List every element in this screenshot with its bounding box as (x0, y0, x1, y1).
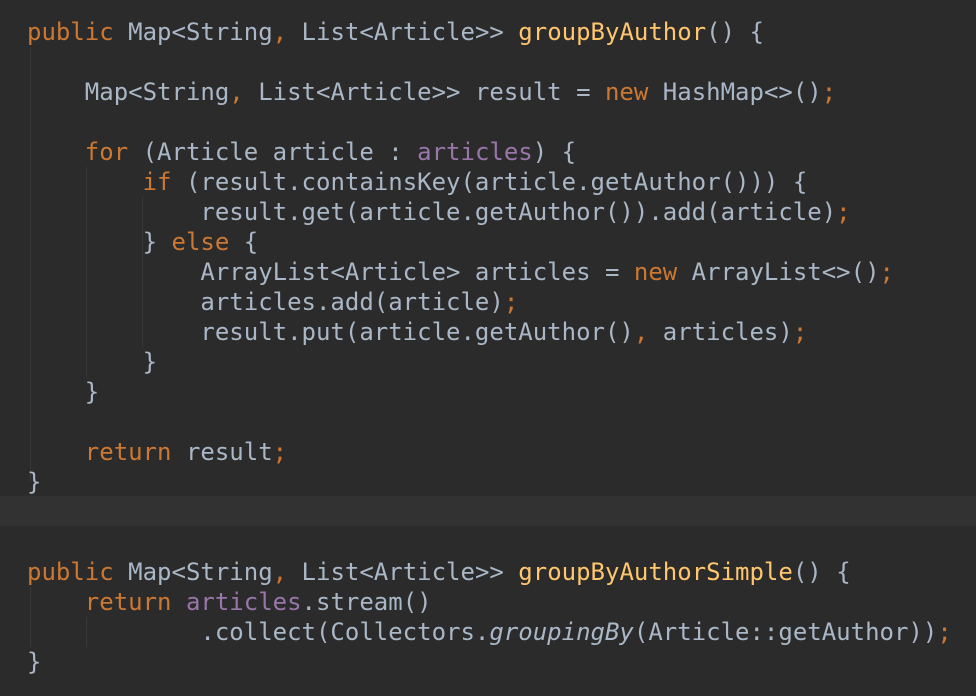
code-token: , (633, 318, 649, 346)
code-line[interactable]: } (27, 467, 41, 497)
code-token: for (84, 138, 129, 166)
code-token: return (84, 588, 172, 616)
code-token: Map<String (113, 558, 273, 586)
code-token: else (171, 228, 230, 256)
code-editor[interactable]: public Map<String, List<Article>> groupB… (0, 0, 976, 696)
code-token: ArrayList<>() (677, 258, 880, 286)
code-token: .stream() (301, 588, 432, 616)
code-token: articles (185, 588, 302, 616)
code-token: Map<String (113, 18, 273, 46)
code-token: return (84, 438, 172, 466)
code-line[interactable]: return result; (27, 437, 287, 467)
code-line[interactable]: } (27, 647, 41, 677)
code-token: groupingBy (489, 618, 634, 646)
code-token: , (272, 18, 288, 46)
code-token: if (142, 168, 172, 196)
code-token: public (27, 558, 114, 586)
code-token: Map<String (27, 78, 230, 106)
code-token: articles.add(article) (27, 288, 504, 316)
code-line[interactable]: for (Article article : articles) { (27, 137, 576, 167)
code-token: public (27, 18, 114, 46)
code-token: ; (821, 78, 837, 106)
code-line[interactable]: .collect(Collectors.groupingBy(Article::… (27, 617, 952, 647)
code-token: () { (792, 558, 851, 586)
code-token: (Article::getAuthor)) (633, 618, 938, 646)
code-line[interactable]: return articles.stream() (27, 587, 432, 617)
code-token: ) { (532, 138, 577, 166)
code-token: } (27, 348, 158, 376)
code-token: ; (792, 318, 808, 346)
code-line[interactable]: if (result.containsKey(article.getAuthor… (27, 167, 808, 197)
code-token: new (633, 258, 678, 286)
code-token: { (229, 228, 259, 256)
code-token: .collect(Collectors. (27, 618, 490, 646)
code-line[interactable]: } else { (27, 227, 259, 257)
code-line[interactable]: result.put(article.getAuthor(), articles… (27, 317, 807, 347)
code-token: articles (417, 138, 533, 166)
code-token: ; (503, 288, 519, 316)
code-token: articles) (648, 318, 793, 346)
code-token: () { (706, 18, 764, 46)
code-line[interactable]: } (27, 347, 157, 377)
code-token: ; (879, 258, 894, 286)
code-token: ; (836, 198, 851, 226)
code-token: groupByAuthor (518, 18, 707, 46)
code-line[interactable]: Map<String, List<Article>> result = new … (27, 77, 836, 107)
code-token: List<Article>> (287, 18, 519, 46)
code-token: List<Article>> result = (243, 78, 605, 106)
code-token: , (272, 558, 288, 586)
current-line-highlight (0, 496, 976, 526)
code-token: List<Article>> (287, 558, 519, 586)
code-line[interactable]: public Map<String, List<Article>> groupB… (27, 17, 764, 47)
code-token: ; (937, 618, 952, 646)
code-line[interactable]: ArrayList<Article> articles = new ArrayL… (27, 257, 894, 287)
code-token: result.put(article.getAuthor() (27, 318, 634, 346)
code-token: , (229, 78, 244, 106)
code-token: ; (272, 438, 288, 466)
code-token: HashMap<>() (648, 78, 822, 106)
code-token: } (27, 378, 100, 406)
code-token: } (27, 228, 172, 256)
code-token: new (604, 78, 649, 106)
code-token: } (27, 648, 42, 676)
code-token: result.get(article.getAuthor()).add(arti… (27, 198, 837, 226)
code-token: groupByAuthorSimple (518, 558, 793, 586)
code-line[interactable]: articles.add(article); (27, 287, 518, 317)
code-line[interactable]: public Map<String, List<Article>> groupB… (27, 557, 851, 587)
code-line[interactable]: result.get(article.getAuthor()).add(arti… (27, 197, 851, 227)
code-line[interactable]: } (27, 377, 99, 407)
code-token: (Article article : (128, 138, 418, 166)
code-token: } (27, 468, 42, 496)
code-token: result (171, 438, 273, 466)
code-token: (result.containsKey(article.getAuthor())… (171, 168, 808, 196)
code-token: ArrayList<Article> articles = (27, 258, 634, 286)
